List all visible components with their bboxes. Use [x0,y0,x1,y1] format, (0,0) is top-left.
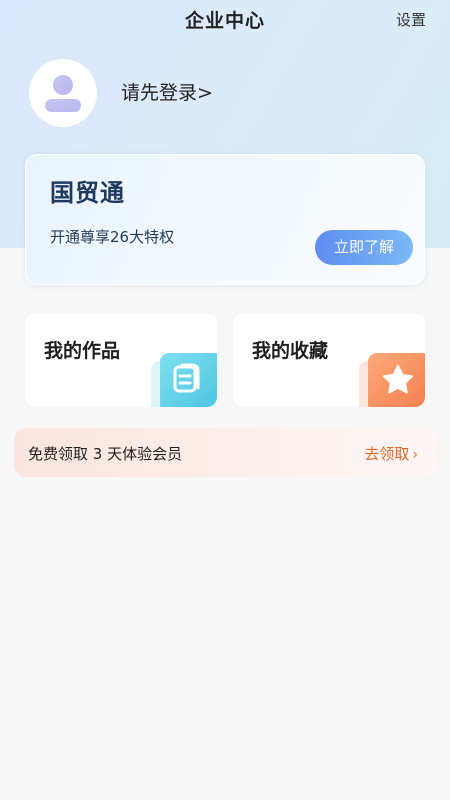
chevron-right-icon: › [412,447,418,463]
user-icon [45,75,81,112]
my-favorites-label: 我的收藏 [252,340,329,362]
document-icon [151,353,217,407]
star-icon [359,353,425,407]
settings-link[interactable]: 设置 [396,9,426,30]
claim-trial-link[interactable]: 去领取 › [364,443,418,464]
my-works-label: 我的作品 [44,340,121,362]
my-works-tile[interactable]: 我的作品 [25,313,217,407]
free-trial-banner[interactable]: 免费领取 3 天体验会员 去领取 › [14,428,436,477]
login-prompt[interactable]: 请先登录> [121,78,213,105]
claim-trial-label: 去领取 [364,445,410,463]
avatar[interactable] [29,59,97,127]
my-favorites-tile[interactable]: 我的收藏 [233,313,425,407]
page-title: 企业中心 [184,10,265,32]
vip-title: 国贸通 [50,179,125,207]
learn-more-button[interactable]: 立即了解 [315,230,413,265]
free-trial-text: 免费领取 3 天体验会员 [28,445,183,463]
vip-membership-card: 国贸通 开通尊享26大特权 立即了解 [25,154,425,285]
vip-description: 开通尊享26大特权 [50,228,175,246]
top-bar: 企业中心 设置 [0,0,450,38]
